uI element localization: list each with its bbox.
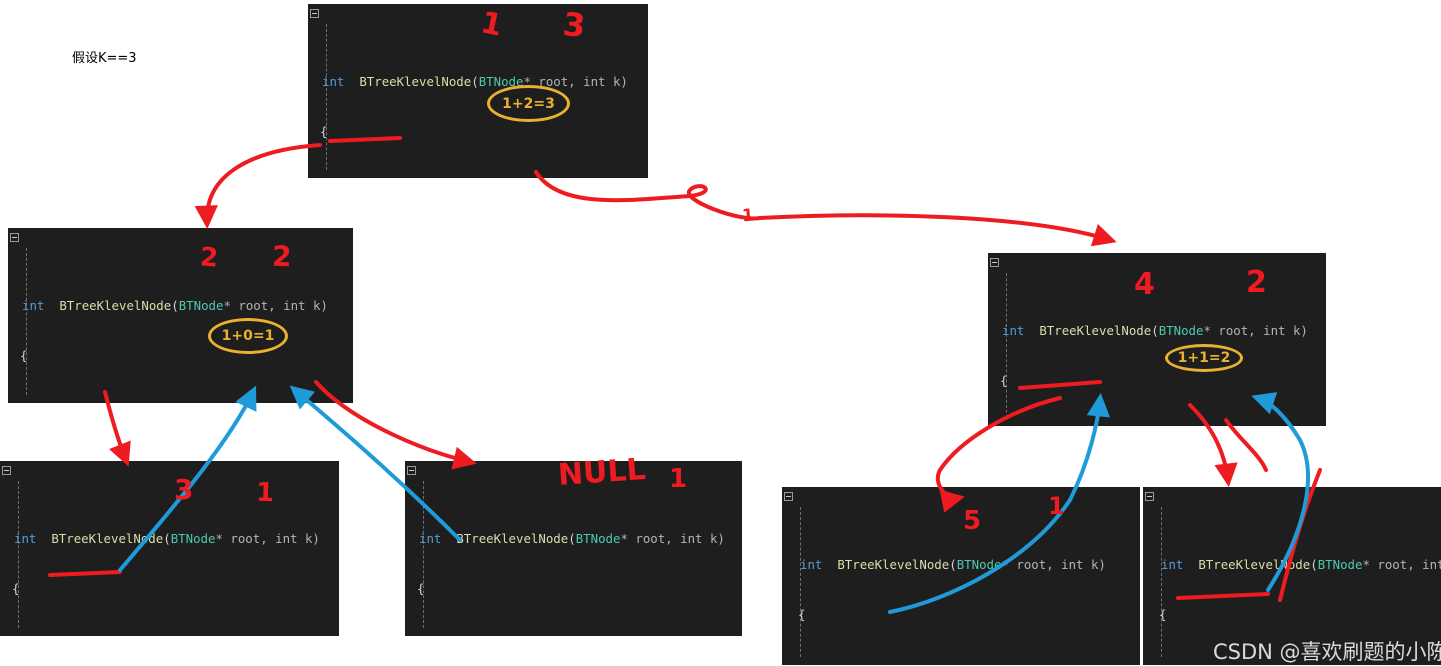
indent-guide <box>423 481 424 628</box>
collapse-toggle-icon[interactable] <box>407 466 416 475</box>
code-block-left-left-k1[interactable]: int BTreeKlevelNode(BTNode* root, int k)… <box>0 461 339 636</box>
collapse-toggle-icon[interactable] <box>1145 492 1154 501</box>
code-block-right-left-k1[interactable]: int BTreeKlevelNode(BTNode* root, int k)… <box>782 487 1140 665</box>
code-block-root-call[interactable]: int BTreeKlevelNode(BTNode* root, int k)… <box>308 4 648 178</box>
return-path-right-k2-up <box>1224 418 1268 472</box>
collapse-toggle-icon[interactable] <box>784 492 793 501</box>
code-line-signature: int BTreeKlevelNode(BTNode* root, int k) <box>322 74 628 90</box>
hand-label-left-left-1: 1 <box>255 477 275 509</box>
indent-guide <box>18 481 19 628</box>
hand-label-left-k2-a: 2 <box>198 242 220 274</box>
hand-label-right-left-5: 5 <box>963 506 982 536</box>
assumption-note: 假设K==3 <box>72 51 137 66</box>
collapse-toggle-icon[interactable] <box>2 466 11 475</box>
code-line-open-brace: { <box>12 581 20 597</box>
sum-annotation-root: 1+2=3 <box>487 85 570 122</box>
code-line-signature: int BTreeKlevelNode(BTNode* root, int k) <box>14 531 320 547</box>
indent-guide <box>800 507 801 657</box>
code-line-open-brace: { <box>798 607 806 623</box>
code-line-open-brace: { <box>20 348 28 364</box>
code-line-signature: int BTreeKlevelNode(BTNode* root, int k) <box>22 298 328 314</box>
hand-label-root-arg-3: 3 <box>561 4 588 46</box>
code-line-open-brace: { <box>1000 373 1008 389</box>
hand-label-left-right-null: NULL <box>556 451 647 494</box>
collapse-toggle-icon[interactable] <box>10 233 19 242</box>
code-line-signature: int BTreeKlevelNode(BTNode* root, int k) <box>800 557 1106 573</box>
sum-annotation-right-k2: 1+1=2 <box>1165 344 1243 372</box>
collapse-toggle-icon[interactable] <box>990 258 999 267</box>
code-block-right-subtree-k2[interactable]: int BTreeKlevelNode(BTNode* root, int k)… <box>988 253 1326 426</box>
code-line-open-brace: { <box>417 581 425 597</box>
hand-label-right-k2-b: 2 <box>1246 265 1267 300</box>
indent-guide <box>1161 507 1162 657</box>
hand-label-right-left-1: 1 <box>1048 492 1065 520</box>
code-block-left-subtree-k2[interactable]: int BTreeKlevelNode(BTNode* root, int k)… <box>8 228 353 403</box>
code-line-open-brace: { <box>320 124 328 140</box>
csdn-watermark: CSDN @喜欢刷题的小陈 <box>1213 640 1441 664</box>
code-line-signature: int BTreeKlevelNode(BTNode* root, int k) <box>419 531 725 547</box>
hand-label-left-left-3: 3 <box>174 473 194 506</box>
indent-guide <box>1006 273 1007 418</box>
indent-guide <box>26 248 27 395</box>
sum-annotation-left-k2: 1+0=1 <box>208 318 288 354</box>
annotated-code-diagram: 假设K==3 int BTreeKlevelNode(BTNode* root,… <box>0 0 1441 666</box>
hand-label-right-k2-a: 4 <box>1134 267 1155 302</box>
collapse-toggle-icon[interactable] <box>310 9 319 18</box>
code-line-signature: int BTreeKlevelNode(BTNode* root, int k) <box>1161 557 1441 573</box>
hand-label-mid-marker-1: 1 <box>741 205 755 227</box>
hand-label-left-right-1: 1 <box>669 464 688 494</box>
arrow-root-to-right-k2 <box>534 170 1117 247</box>
arrow-root-to-left-k2 <box>194 143 322 229</box>
indent-guide <box>326 24 327 170</box>
code-line-signature: int BTreeKlevelNode(BTNode* root, int k) <box>1002 323 1308 339</box>
hand-label-left-k2-b: 2 <box>271 239 293 274</box>
code-line-open-brace: { <box>1159 607 1167 623</box>
